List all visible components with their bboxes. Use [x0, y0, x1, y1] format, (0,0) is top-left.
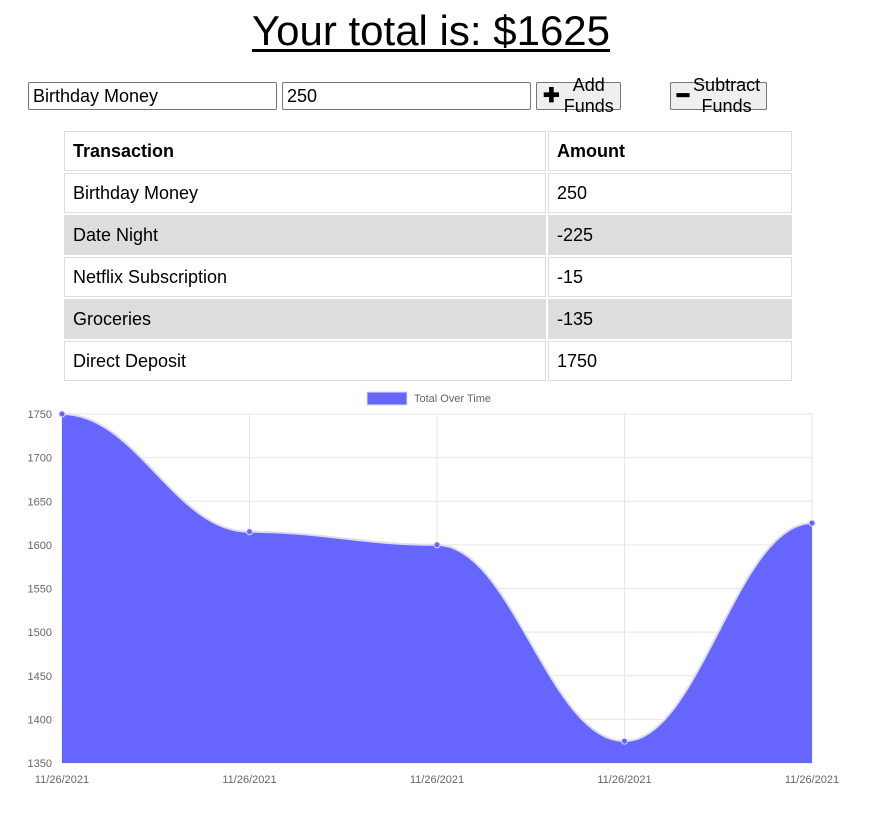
transaction-amount-input[interactable] [282, 82, 531, 110]
add-funds-button[interactable]: ✚ Add Funds [536, 75, 621, 116]
add-funds-label: Add Funds [563, 75, 614, 116]
data-point [808, 519, 816, 527]
transaction-amount-cell: -15 [548, 257, 792, 297]
x-tick-label: 11/26/2021 [35, 774, 89, 786]
total-heading: Your total is: $1625 [0, 4, 862, 58]
y-tick-label: 1350 [28, 758, 52, 770]
transaction-amount-cell: -225 [548, 215, 792, 255]
data-point [246, 528, 253, 536]
table-header-row: Transaction Amount [64, 131, 792, 171]
transaction-amount-cell: 250 [548, 173, 792, 213]
plus-icon: ✚ [543, 85, 560, 107]
transactions-table: Transaction Amount Birthday Money 250 Dat… [62, 129, 794, 383]
table-row: Direct Deposit 1750 [64, 341, 792, 381]
transaction-amount-cell: 1750 [548, 341, 792, 381]
transaction-name-cell: Date Night [64, 215, 546, 255]
legend-label: Total Over Time [414, 393, 491, 405]
subtract-funds-button[interactable]: ━ Subtract Funds [670, 75, 768, 116]
y-tick-label: 1550 [28, 584, 52, 596]
y-tick-label: 1600 [28, 540, 52, 552]
y-tick-label: 1500 [28, 627, 52, 639]
y-tick-label: 1700 [28, 453, 52, 465]
x-tick-label: 11/26/2021 [597, 774, 651, 786]
y-tick-label: 1450 [28, 671, 52, 683]
x-tick-label: 11/26/2021 [785, 774, 839, 786]
transaction-name-cell: Groceries [64, 299, 546, 339]
minus-icon: ━ [677, 85, 690, 107]
table-row: Groceries -135 [64, 299, 792, 339]
transaction-name-input[interactable] [28, 82, 277, 110]
table-row: Birthday Money 250 [64, 173, 792, 213]
table-row: Date Night -225 [64, 215, 792, 255]
y-tick-label: 1400 [28, 714, 52, 726]
x-tick-label: 11/26/2021 [222, 774, 276, 786]
total-over-time-chart: 1750 1700 1650 1600 1550 1500 1450 1400 1350 11/2… [28, 391, 839, 786]
data-point [58, 410, 66, 418]
transaction-name-cell: Netflix Subscription [64, 257, 546, 297]
data-point [621, 737, 628, 745]
data-point [433, 541, 441, 549]
transaction-name-cell: Direct Deposit [64, 341, 546, 381]
total-text: Your total is: $1625 [251, 7, 611, 54]
column-header-transaction: Transaction [64, 131, 546, 171]
x-tick-label: 11/26/2021 [410, 774, 464, 786]
subtract-funds-label: Subtract Funds [693, 75, 761, 116]
transaction-name-cell: Birthday Money [64, 173, 546, 213]
y-tick-label: 1750 [28, 409, 52, 421]
y-tick-label: 1650 [28, 496, 52, 508]
column-header-amount: Amount [548, 131, 792, 171]
legend-swatch [366, 391, 408, 406]
transaction-amount-cell: -135 [548, 299, 792, 339]
table-row: Netflix Subscription -15 [64, 257, 792, 297]
